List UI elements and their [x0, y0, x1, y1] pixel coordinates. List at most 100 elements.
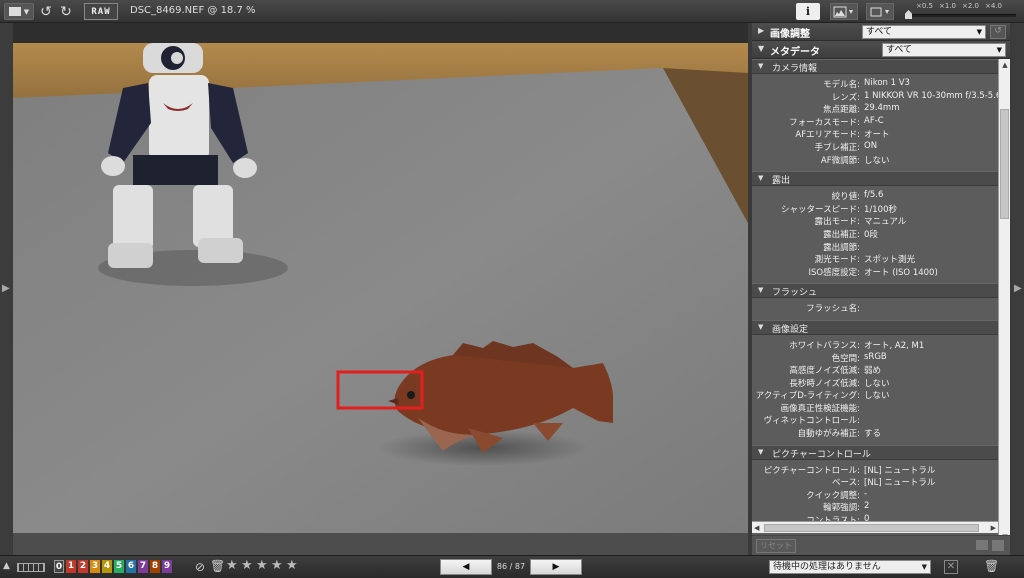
metadata-row: ベース: [NL] ニュートラル — [752, 476, 998, 489]
fit-to-screen-button[interactable] — [866, 3, 894, 20]
save-settings-icon[interactable] — [992, 540, 1004, 551]
color-label-6[interactable]: 6 — [126, 560, 136, 573]
metadata-key: 露出モード: — [814, 217, 860, 228]
metadata-row: ISO感度設定: オート (ISO 1400) — [752, 266, 998, 279]
color-label-5[interactable]: 5 — [114, 560, 124, 573]
color-label-2[interactable]: 2 — [78, 560, 88, 573]
metadata-section-header[interactable]: ▼ 露出 — [752, 171, 998, 187]
chevron-down-icon: ▼ — [23, 7, 30, 16]
metadata-key: 輪郭強調: — [823, 503, 860, 514]
reject-icon[interactable]: 🗑 — [210, 559, 225, 573]
metadata-section-header[interactable]: ▼ フラッシュ — [752, 283, 998, 299]
metadata-value: しない — [864, 155, 890, 166]
scroll-left-icon[interactable]: ◀ — [754, 522, 759, 534]
zoom-label: ×4.0 — [985, 2, 1002, 10]
copy-settings-icon[interactable] — [976, 540, 988, 550]
metadata-key: アクティブD-ライティング: — [755, 391, 860, 402]
rating-star-icon[interactable]: ★ — [286, 558, 298, 573]
metadata-value: Nikon 1 V3 — [864, 78, 910, 88]
top-toolbar: ▼ ↺ ↻ RAW DSC_8469.NEF @ 18.7 % i ×0.5 ×… — [0, 0, 1024, 23]
zoom-slider-thumb[interactable] — [905, 10, 912, 19]
metadata-key: 焦点距離: — [823, 105, 860, 116]
metadata-key: 絞り値: — [831, 192, 860, 203]
metadata-key: シャッタースピード: — [781, 204, 860, 215]
metadata-row: アクティブD-ライティング: しない — [752, 389, 998, 402]
expanded-triangle-icon: ▼ — [758, 174, 764, 183]
zoom-label: ×0.5 — [916, 2, 933, 10]
image-viewer[interactable] — [13, 23, 748, 555]
rotate-right-button[interactable]: ↻ — [58, 3, 74, 20]
scroll-right-icon[interactable]: ▶ — [991, 522, 996, 534]
color-label-4[interactable]: 4 — [102, 560, 112, 573]
histogram-button[interactable] — [830, 3, 858, 20]
chevron-down-icon: ▼ — [976, 28, 982, 36]
metadata-key: 高感度ノイズ低減: — [789, 366, 860, 377]
chevron-down-icon: ▼ — [996, 46, 1002, 54]
histogram-icon — [833, 6, 853, 17]
metadata-section-header[interactable]: ▼ カメラ情報 — [752, 59, 998, 74]
arrow-right-icon: ▶ — [552, 562, 560, 572]
show-filmstrip-icon[interactable]: ▲ — [3, 561, 10, 571]
metadata-scroll-area[interactable]: ▼ カメラ情報モデル名: Nikon 1 V3 レンズ: 1 NIKKOR VR 10-… — [752, 59, 998, 543]
zoom-slider-track[interactable] — [906, 14, 1016, 17]
queue-status-text: 待機中の処理はありません — [773, 562, 881, 572]
rotate-left-icon: ↺ — [40, 3, 52, 20]
metadata-key: モデル名: — [823, 80, 860, 90]
reset-button[interactable]: リセット — [756, 539, 796, 553]
metadata-row: 露出補正: 0段 — [752, 228, 998, 241]
metadata-value: 弱め — [864, 366, 882, 377]
metadata-key: 露出補正: — [823, 229, 860, 240]
metadata-row: 自動ゆがみ補正: する — [752, 427, 998, 440]
expanded-triangle-icon: ▼ — [758, 322, 764, 331]
scroll-up-icon[interactable]: ▲ — [999, 59, 1011, 71]
horizontal-scrollbar[interactable]: ◀ ▶ — [752, 521, 998, 533]
adjustment-filter-select[interactable]: すべて ▼ — [862, 25, 986, 39]
metadata-value: AF-C — [864, 115, 884, 126]
processing-queue-select[interactable]: 待機中の処理はありません ▼ — [769, 560, 931, 574]
metadata-filter-select[interactable]: すべて ▼ — [882, 43, 1006, 57]
rating-star-icon[interactable]: ★ — [271, 558, 283, 573]
color-label-1[interactable]: 1 — [66, 560, 76, 573]
rating-star-icon[interactable]: ★ — [256, 558, 268, 573]
metadata-panel-header[interactable]: ▼ メタデータ すべて ▼ — [752, 41, 1010, 59]
next-image-button[interactable]: ▶ — [530, 559, 582, 575]
protect-icon[interactable]: ⊘ — [195, 560, 205, 574]
metadata-key: 手ブレ補正: — [814, 142, 860, 153]
zoom-label: ×2.0 — [962, 2, 979, 10]
metadata-row: AF微調節: しない — [752, 154, 998, 167]
rating-star-icon[interactable]: ★ — [226, 558, 238, 573]
info-button[interactable]: i — [796, 3, 820, 20]
previous-image-button[interactable]: ◀ — [440, 559, 492, 575]
color-label-3[interactable]: 3 — [90, 560, 100, 573]
color-label-8[interactable]: 8 — [150, 560, 160, 573]
filmstrip-icon[interactable] — [17, 563, 45, 572]
metadata-section-header[interactable]: ▼ 画像設定 — [752, 319, 998, 335]
rating-star-icon[interactable]: ★ — [241, 558, 253, 573]
expand-left-icon[interactable]: ▶ — [2, 283, 10, 294]
adjustment-reset-icon[interactable]: ↺ — [990, 25, 1006, 39]
rotate-left-button[interactable]: ↺ — [38, 3, 54, 20]
metadata-value: しない — [864, 378, 890, 389]
metadata-section-header[interactable]: ▼ ピクチャーコントロール — [752, 444, 998, 460]
horizontal-scroll-thumb[interactable] — [764, 524, 979, 532]
color-label-7[interactable]: 7 — [138, 560, 148, 573]
fit-screen-icon — [870, 7, 889, 16]
metadata-row: レンズ: 1 NIKKOR VR 10-30mm f/3.5-5.6 PD — [752, 91, 998, 104]
collapse-right-icon[interactable]: ▶ — [1014, 283, 1022, 294]
metadata-row: ヴィネットコントロール: — [752, 414, 998, 427]
vertical-scrollbar[interactable]: ▲ ▼ — [998, 59, 1010, 543]
adjustment-panel-header[interactable]: ▶ 画像調整 すべて ▼ ↺ — [752, 23, 1010, 41]
raw-toggle-button[interactable]: RAW — [84, 3, 118, 20]
arrow-left-icon: ◀ — [462, 562, 470, 572]
metadata-key: ヴィネットコントロール: — [763, 416, 860, 427]
cancel-queue-icon[interactable]: ✕ — [944, 560, 958, 574]
vertical-scroll-thumb[interactable] — [1000, 109, 1009, 219]
view-mode-menu-button[interactable]: ▼ — [4, 3, 34, 20]
color-label-9[interactable]: 9 — [162, 560, 172, 573]
trash-icon[interactable]: 🗑 — [984, 559, 999, 573]
metadata-section-title: 画像設定 — [772, 324, 809, 335]
color-label-0[interactable]: 0 — [54, 560, 64, 573]
metadata-section-title: ピクチャーコントロール — [772, 449, 871, 460]
metadata-value: する — [864, 429, 882, 440]
metadata-filter-value: すべて — [886, 45, 913, 55]
